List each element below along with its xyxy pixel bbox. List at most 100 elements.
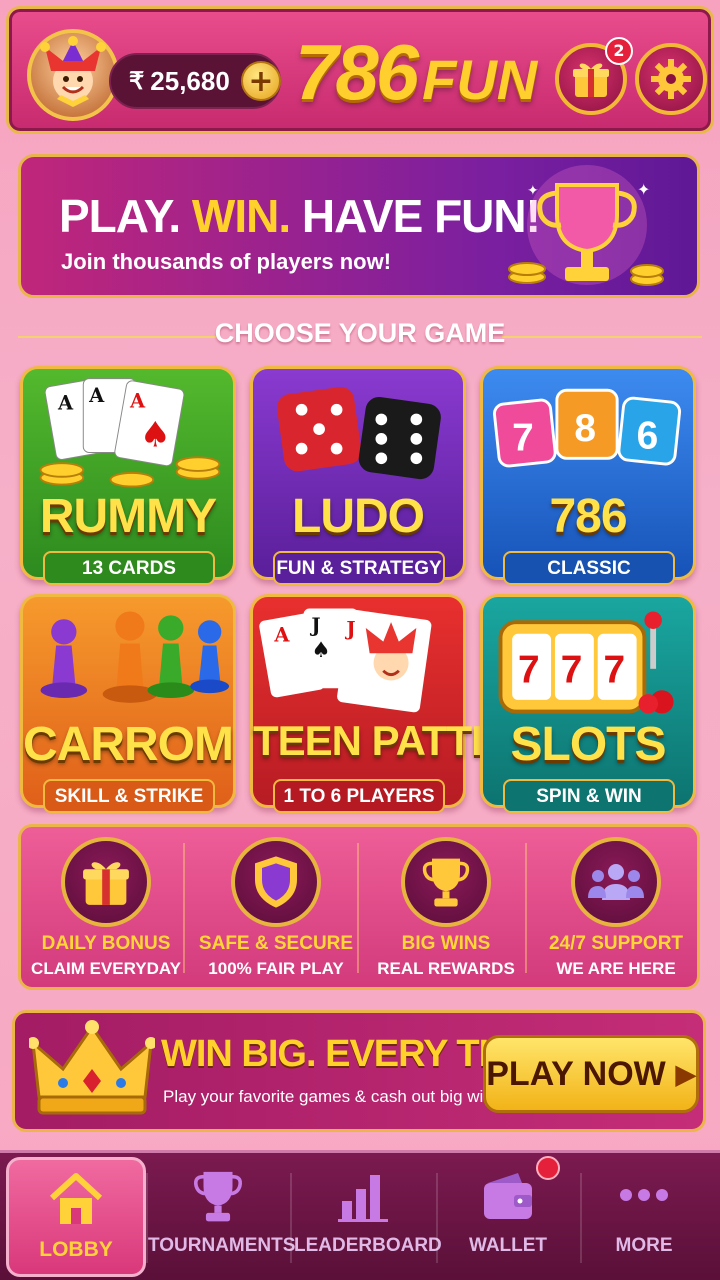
- player-avatar[interactable]: [27, 29, 119, 121]
- win-big-promo: WIN BIG. EVERY TIME. Play your favorite …: [12, 1010, 706, 1132]
- svg-text:A: A: [88, 384, 105, 407]
- wallet-notification-dot: [536, 1156, 560, 1180]
- gear-icon: [651, 59, 691, 99]
- users-icon: [571, 837, 661, 927]
- currency-symbol: ₹: [129, 67, 145, 95]
- number-tiles-icon: 7 8 6: [493, 388, 682, 468]
- features-bar: DAILY BONUS CLAIM EVERYDAY SAFE & SECURE…: [18, 824, 700, 990]
- logo-number: 786: [295, 28, 419, 116]
- game-tile-786[interactable]: 7 8 6 786 CLASSIC: [480, 366, 696, 585]
- svg-text:♠: ♠: [140, 416, 171, 456]
- balance-amount: 25,680: [150, 65, 230, 96]
- game-name: TEEN PATTI: [253, 717, 483, 764]
- feature-subtitle: REAL REWARDS: [377, 959, 515, 978]
- trophy-icon: [401, 837, 491, 927]
- promo-subtitle: Play your favorite games & cash out big …: [163, 1087, 506, 1106]
- feature-support[interactable]: 24/7 SUPPORT WE ARE HERE: [531, 827, 701, 987]
- nav-label: MORE: [615, 1235, 673, 1256]
- feature-divider: [525, 843, 527, 973]
- svg-text:7: 7: [604, 648, 626, 691]
- pawns-icon: [40, 611, 230, 703]
- banner-title-play: PLAY.: [59, 190, 181, 242]
- bar-chart-icon: [294, 1167, 434, 1235]
- play-arrow-icon: ▶: [675, 1058, 696, 1089]
- game-tile-rummy[interactable]: A A A ♠ RUMMY 13 CARDS: [20, 366, 236, 585]
- logo-text: FUN: [422, 48, 538, 111]
- home-icon: [9, 1170, 143, 1240]
- svg-text:✦: ✦: [527, 183, 539, 199]
- gift-icon: [573, 63, 609, 97]
- feature-divider: [183, 843, 185, 973]
- settings-button[interactable]: [635, 43, 707, 115]
- slot-machine-icon: 7 7 7: [498, 611, 674, 714]
- bottom-navigation: LOBBY TOURNAMENTS LEADERBOARD WALLET MOR…: [0, 1150, 720, 1280]
- top-header: ₹ 25,680 + 786 FUN 2: [6, 6, 714, 134]
- game-name: LUDO: [292, 490, 425, 543]
- wallet-icon: [438, 1167, 578, 1235]
- nav-lobby[interactable]: LOBBY: [6, 1157, 146, 1277]
- promo-banner[interactable]: PLAY. WIN. HAVE FUN! Join thousands of p…: [18, 154, 700, 298]
- more-icon: [574, 1167, 714, 1235]
- add-funds-button[interactable]: +: [241, 61, 281, 101]
- game-subtitle: SPIN & WIN: [503, 779, 675, 813]
- nav-leaderboard[interactable]: LEADERBOARD: [294, 1157, 442, 1277]
- nav-label: LOBBY: [39, 1238, 113, 1261]
- joker-cards-icon: A J ♠ J: [259, 608, 432, 713]
- gift-icon: [61, 837, 151, 927]
- game-subtitle: CLASSIC: [503, 551, 675, 585]
- game-name: 786: [549, 490, 627, 543]
- trophy-icon: ✦ ✦: [508, 165, 664, 286]
- feature-subtitle: CLAIM EVERYDAY: [31, 959, 181, 978]
- svg-text:8: 8: [574, 407, 596, 450]
- cards-icon: A A A ♠: [39, 378, 221, 488]
- svg-text:7: 7: [512, 417, 534, 460]
- banner-subtitle: Join thousands of players now!: [61, 249, 392, 274]
- feature-subtitle: WE ARE HERE: [556, 959, 676, 978]
- feature-divider: [357, 843, 359, 973]
- feature-big-wins[interactable]: BIG WINS REAL REWARDS: [361, 827, 531, 987]
- game-subtitle: SKILL & STRIKE: [43, 779, 215, 813]
- banner-title-fun: HAVE FUN!: [301, 190, 541, 242]
- nav-label: LEADERBOARD: [294, 1235, 442, 1256]
- nav-tournaments[interactable]: TOURNAMENTS: [148, 1157, 296, 1277]
- svg-text:6: 6: [637, 415, 659, 458]
- nav-divider: [290, 1173, 292, 1263]
- game-name: CARROM: [23, 718, 234, 771]
- section-title: CHOOSE YOUR GAME: [214, 318, 506, 348]
- svg-text:A: A: [57, 392, 74, 415]
- game-name: SLOTS: [510, 718, 666, 771]
- svg-text:✦: ✦: [637, 180, 650, 199]
- banner-title-win: WIN.: [191, 190, 291, 242]
- svg-text:J: J: [309, 614, 320, 637]
- jester-icon: [40, 36, 106, 107]
- svg-text:7: 7: [518, 648, 540, 691]
- svg-text:A: A: [129, 390, 146, 413]
- feature-title: DAILY BONUS: [41, 933, 171, 954]
- game-name: RUMMY: [39, 490, 217, 543]
- game-tile-slots[interactable]: 7 7 7 SLOTS SPIN & WIN: [480, 594, 696, 813]
- trophy-icon: [148, 1167, 288, 1237]
- game-subtitle: 1 TO 6 PLAYERS: [273, 779, 445, 813]
- svg-text:A: A: [273, 624, 290, 647]
- play-now-button[interactable]: PLAY NOW ▶: [483, 1035, 699, 1113]
- nav-more[interactable]: MORE: [574, 1157, 714, 1277]
- app-logo: 786 FUN: [295, 27, 547, 127]
- nav-label: WALLET: [468, 1235, 548, 1256]
- game-subtitle: 13 CARDS: [43, 551, 215, 585]
- svg-text:♠: ♠: [311, 638, 330, 663]
- game-tile-teen-patti[interactable]: A J ♠ J TEEN PATTI 1 TO 6 PLAYERS: [250, 594, 483, 813]
- game-subtitle: FUN & STRATEGY: [273, 551, 445, 585]
- game-tile-ludo[interactable]: LUDO FUN & STRATEGY: [250, 366, 466, 585]
- nav-label: TOURNAMENTS: [148, 1235, 296, 1256]
- game-tile-carrom[interactable]: CARROM SKILL & STRIKE: [20, 594, 236, 813]
- feature-daily-bonus[interactable]: DAILY BONUS CLAIM EVERYDAY: [21, 827, 191, 987]
- svg-text:J: J: [344, 618, 355, 641]
- crown-icon: [29, 1020, 155, 1115]
- feature-title: BIG WINS: [401, 933, 491, 954]
- svg-text:7: 7: [561, 648, 583, 691]
- feature-title: 24/7 SUPPORT: [548, 933, 684, 954]
- shield-icon: [231, 837, 321, 927]
- banner-title: PLAY. WIN. HAVE FUN!: [59, 189, 541, 243]
- feature-subtitle: 100% FAIR PLAY: [208, 959, 344, 978]
- feature-safe-secure[interactable]: SAFE & SECURE 100% FAIR PLAY: [191, 827, 361, 987]
